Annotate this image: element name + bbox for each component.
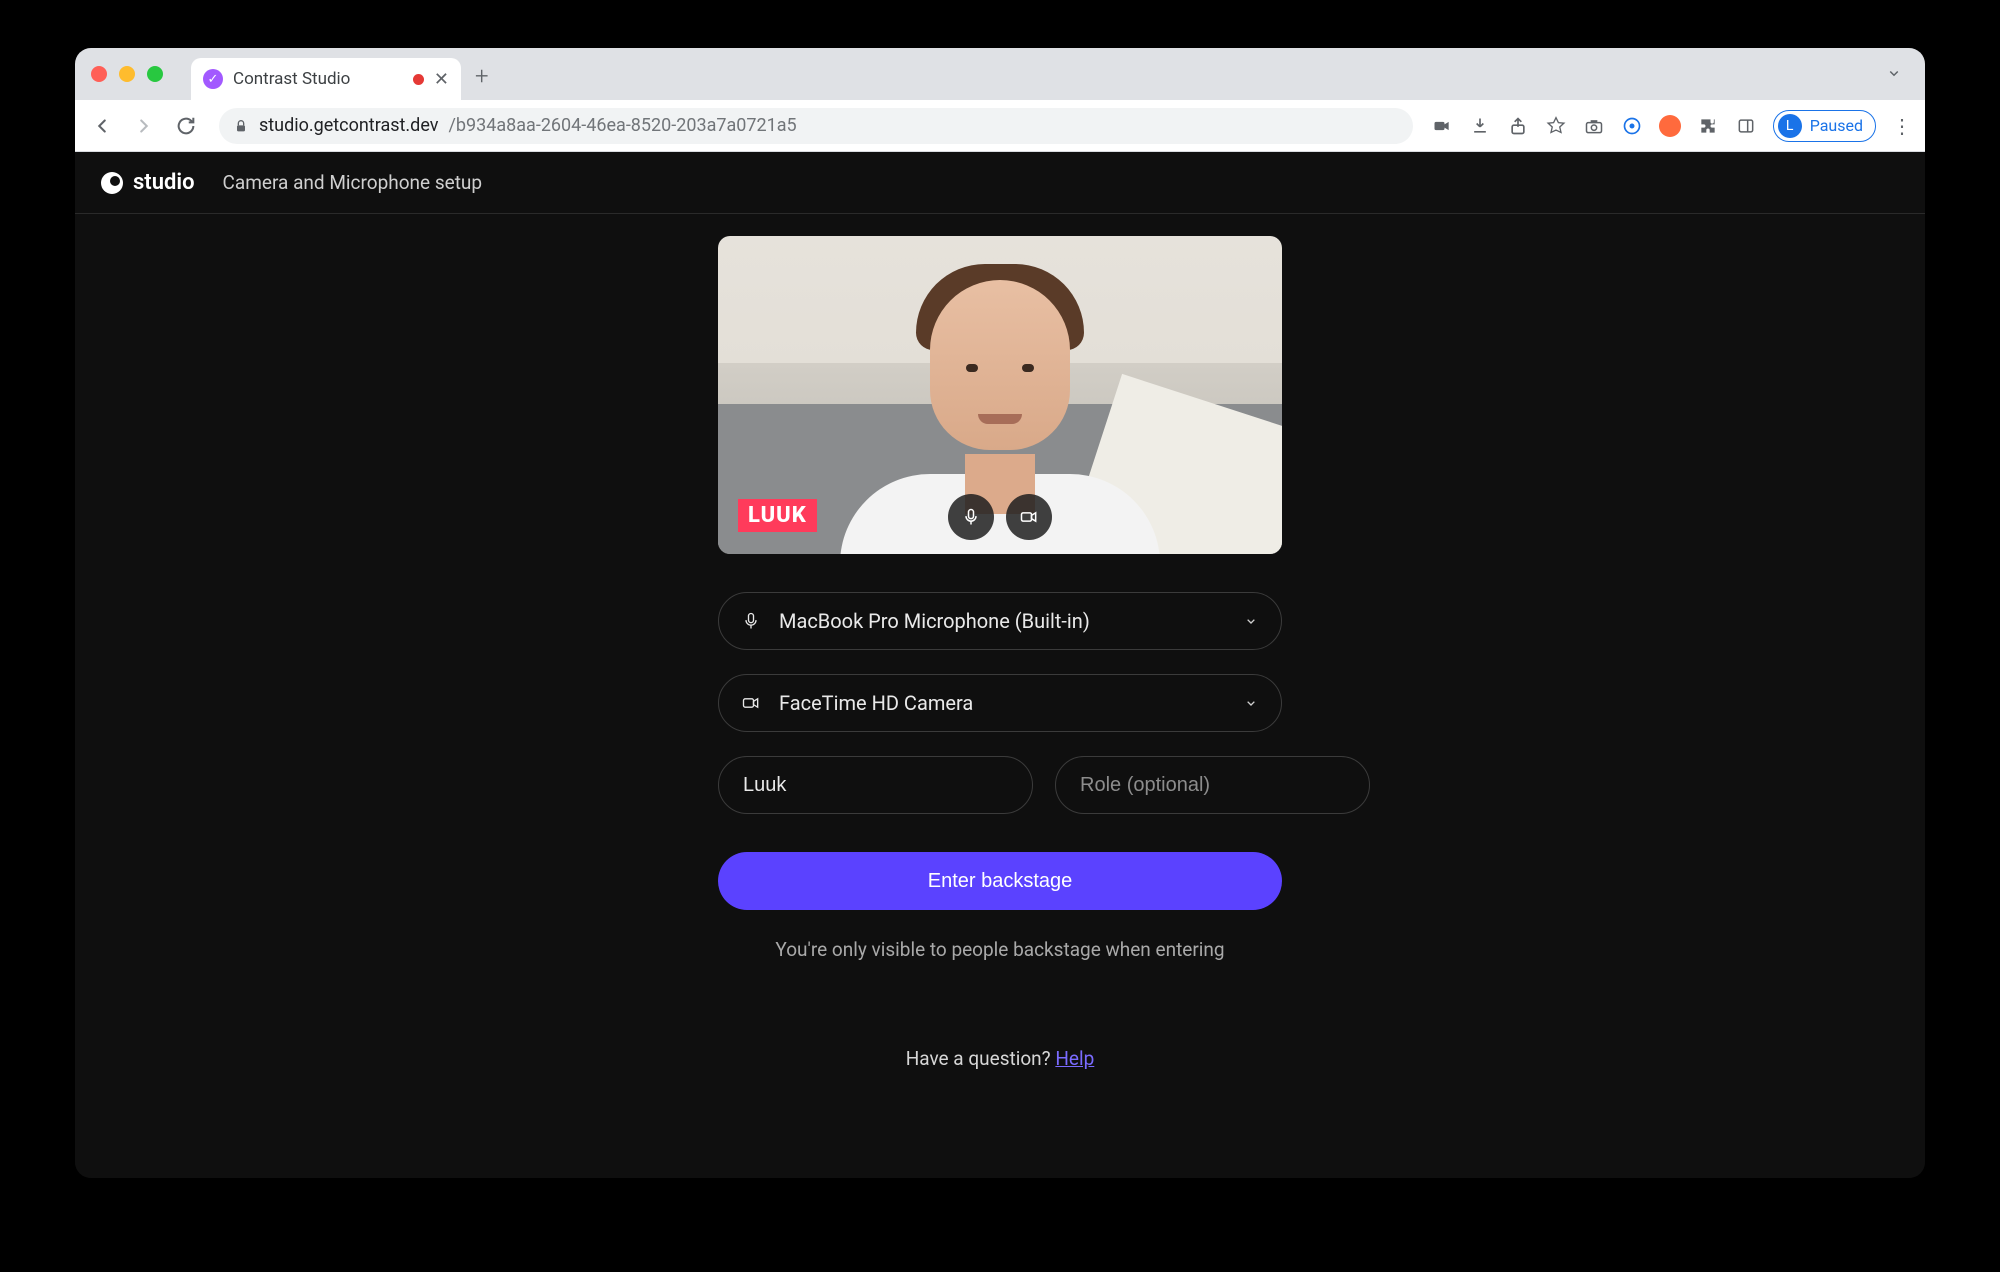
bookmark-star-icon[interactable] [1545, 115, 1567, 137]
profile-status: Paused [1810, 116, 1863, 135]
role-input[interactable] [1055, 756, 1370, 814]
controls-column: MacBook Pro Microphone (Built-in) FaceTi… [718, 592, 1282, 1070]
video-preview: LUUK [718, 236, 1282, 554]
close-tab-button[interactable]: ✕ [434, 69, 449, 90]
close-window-button[interactable] [91, 66, 107, 82]
microphone-dropdown[interactable]: MacBook Pro Microphone (Built-in) [718, 592, 1282, 650]
window-controls [91, 66, 163, 82]
microphone-icon [741, 611, 761, 631]
enter-backstage-button[interactable]: Enter backstage [718, 852, 1282, 910]
extension-password-icon[interactable] [1621, 115, 1643, 137]
visibility-hint: You're only visible to people backstage … [718, 938, 1282, 961]
camera-indicator-icon[interactable] [1431, 115, 1453, 137]
chevron-down-icon [1243, 613, 1259, 629]
preview-controls [948, 494, 1052, 540]
toggle-mic-button[interactable] [948, 494, 994, 540]
name-role-row [718, 756, 1282, 814]
profile-badge[interactable]: L Paused [1773, 110, 1876, 142]
tab-bar: ✓ Contrast Studio ✕ + [75, 48, 1925, 100]
camera-dropdown[interactable]: FaceTime HD Camera [718, 674, 1282, 732]
browser-toolbar: studio.getcontrast.dev/b934a8aa-2604-46e… [75, 100, 1925, 152]
name-tag: LUUK [738, 499, 817, 532]
fullscreen-window-button[interactable] [147, 66, 163, 82]
studio-logo-text: studio [133, 170, 195, 195]
share-icon[interactable] [1507, 115, 1529, 137]
setup-stage: LUUK MacBook Pro Microphone (Built-in) [75, 214, 1925, 1070]
forward-button[interactable] [129, 111, 159, 141]
extension-orange-icon[interactable] [1659, 115, 1681, 137]
tabs-dropdown-button[interactable] [1885, 64, 1903, 82]
new-tab-button[interactable]: + [475, 62, 489, 90]
tab-favicon: ✓ [203, 69, 223, 89]
page-title: Camera and Microphone setup [223, 171, 483, 194]
help-row: Have a question? Help [718, 1047, 1282, 1070]
profile-avatar: L [1778, 114, 1802, 138]
address-bar[interactable]: studio.getcontrast.dev/b934a8aa-2604-46e… [219, 108, 1413, 144]
browser-tab[interactable]: ✓ Contrast Studio ✕ [191, 58, 461, 100]
toolbar-actions: L Paused ⋮ [1431, 110, 1913, 142]
reload-button[interactable] [171, 111, 201, 141]
extensions-puzzle-icon[interactable] [1697, 115, 1719, 137]
app-header: studio Camera and Microphone setup [75, 152, 1925, 214]
browser-window: ✓ Contrast Studio ✕ + studio.getcontrast… [75, 48, 1925, 1178]
url-path: /b934a8aa-2604-46ea-8520-203a7a0721a5 [448, 115, 796, 136]
url-host: studio.getcontrast.dev [259, 115, 438, 136]
chevron-down-icon [1243, 695, 1259, 711]
studio-mark-icon [101, 172, 123, 194]
sidepanel-icon[interactable] [1735, 115, 1757, 137]
microphone-value: MacBook Pro Microphone (Built-in) [779, 609, 1090, 633]
back-button[interactable] [87, 111, 117, 141]
lock-icon [233, 118, 249, 134]
minimize-window-button[interactable] [119, 66, 135, 82]
help-prefix: Have a question? [906, 1047, 1056, 1070]
app-content: studio Camera and Microphone setup LUUK [75, 152, 1925, 1178]
name-input[interactable] [718, 756, 1033, 814]
tab-title: Contrast Studio [233, 69, 350, 89]
extension-camera-icon[interactable] [1583, 115, 1605, 137]
download-icon[interactable] [1469, 115, 1491, 137]
toggle-camera-button[interactable] [1006, 494, 1052, 540]
camera-icon [741, 693, 761, 713]
recording-indicator-icon [413, 74, 424, 85]
studio-logo: studio [101, 170, 195, 195]
camera-value: FaceTime HD Camera [779, 691, 973, 715]
help-link[interactable]: Help [1055, 1047, 1094, 1070]
browser-menu-button[interactable]: ⋮ [1892, 114, 1913, 138]
